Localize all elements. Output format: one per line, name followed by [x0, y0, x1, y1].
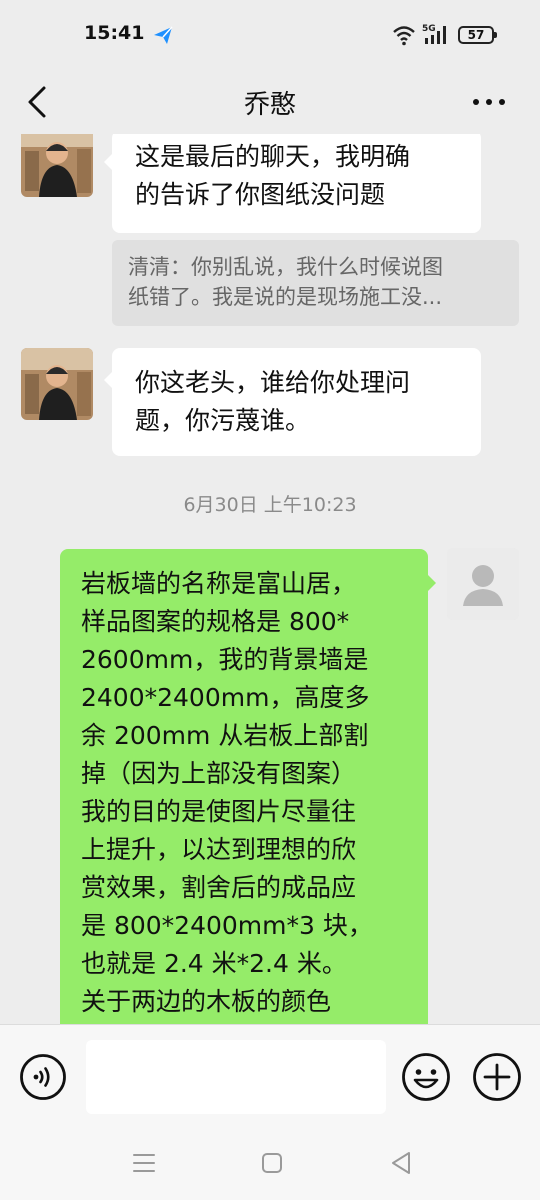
message-line: 你这老头，谁给你处理问 — [135, 368, 411, 397]
quote-line: 纸错了。我是说的是现场施工没... — [128, 285, 443, 309]
message-line: 这是最后的聊天，我明确 — [135, 142, 411, 171]
message-line: 样品图案的规格是 800* — [81, 607, 350, 636]
message-line: 赏效果，割舍后的成品应 — [81, 873, 357, 902]
chat-header: 乔憨 — [0, 70, 540, 134]
message-line: 是 800*2400mm*3 块， — [81, 911, 373, 940]
message-line: 2600mm，我的背景墙是 — [81, 645, 369, 674]
back-triangle-icon[interactable] — [390, 1150, 412, 1176]
menu-icon[interactable] — [132, 1152, 156, 1174]
emoji-button[interactable] — [401, 1052, 451, 1102]
wifi-icon — [393, 26, 415, 46]
paper-plane-icon — [154, 26, 173, 44]
message-line: 的告诉了你图纸没问题 — [135, 180, 386, 209]
self-avatar[interactable] — [447, 548, 519, 620]
input-bar — [0, 1024, 540, 1129]
message-line: 余 200mm 从岩板上部割 — [81, 721, 369, 750]
message-line: 关于两边的木板的颜色 — [81, 987, 332, 1016]
contact-avatar[interactable] — [21, 134, 93, 197]
chat-title: 乔憨 — [243, 90, 296, 120]
message-timestamp: 6月30日 上午10:23 — [183, 494, 357, 516]
message-input[interactable] — [86, 1040, 386, 1114]
battery-level: 57 — [467, 28, 485, 42]
message-list[interactable]: 这是最后的聊天，我明确 的告诉了你图纸没问题 清清：你别乱说，我什么时候说图 纸… — [0, 134, 540, 1024]
message-line: 我的目的是使图片尽量往 — [81, 797, 357, 826]
battery-icon: 57 — [458, 26, 497, 44]
status-bar: 15:41 5G 57 — [0, 0, 540, 70]
message-bubble[interactable]: 你这老头，谁给你处理问 题，你污蔑谁。 — [104, 348, 481, 456]
home-icon[interactable] — [261, 1152, 283, 1174]
message-line: 上提升，以达到理想的欣 — [81, 835, 357, 864]
message-line: 题，你污蔑谁。 — [135, 406, 311, 435]
message-line: 也就是 2.4 米*2.4 米。 — [81, 949, 347, 978]
contact-avatar[interactable] — [21, 348, 93, 420]
plus-button[interactable] — [472, 1052, 522, 1102]
status-time: 15:41 — [84, 22, 145, 44]
message-bubble[interactable]: 这是最后的聊天，我明确 的告诉了你图纸没问题 — [104, 134, 481, 233]
message-line: 岩板墙的名称是富山居， — [81, 569, 357, 598]
more-button[interactable] — [468, 88, 510, 116]
message-line: 2400*2400mm，高度多 — [81, 683, 370, 712]
quoted-message[interactable]: 清清：你别乱说，我什么时候说图 纸错了。我是说的是现场施工没... — [112, 240, 519, 326]
message-line: 掉（因为上部没有图案） — [81, 759, 357, 788]
system-navigation-bar — [0, 1128, 540, 1200]
network-type-label: 5G — [422, 24, 436, 34]
signal-5g-icon: 5G — [422, 24, 446, 44]
message-bubble-outgoing[interactable]: 岩板墙的名称是富山居， 样品图案的规格是 800* 2600mm，我的背景墙是 … — [60, 549, 436, 1024]
voice-button[interactable] — [19, 1053, 67, 1101]
quote-line: 清清：你别乱说，我什么时候说图 — [128, 255, 443, 279]
